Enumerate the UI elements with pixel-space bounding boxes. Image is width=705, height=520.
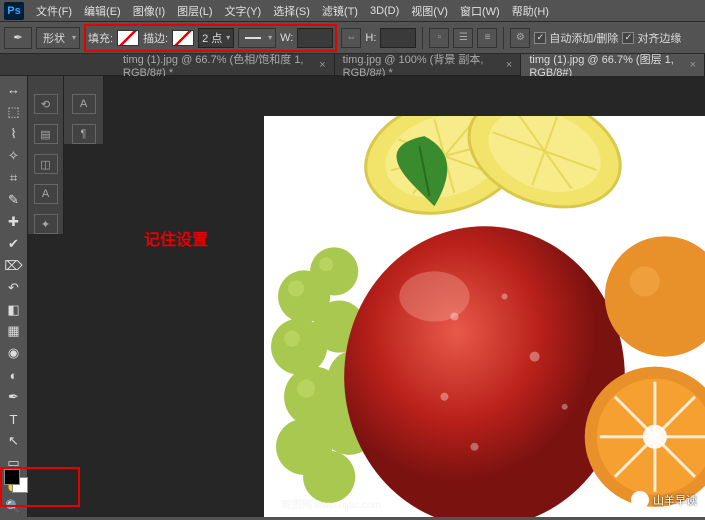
stamp-tool[interactable]: ⌦ xyxy=(3,256,25,276)
align-edge-checkbox[interactable]: ✓ 对齐边缘 xyxy=(622,30,681,46)
wand-tool[interactable]: ✧ xyxy=(3,146,25,166)
gear-icon[interactable]: ⚙ xyxy=(510,28,530,48)
marquee-tool[interactable]: ⬚ xyxy=(3,102,25,122)
document-tab[interactable]: timg (1).jpg @ 66.7% (图层 1, RGB/8#) × xyxy=(521,54,705,76)
checkbox-icon: ✓ xyxy=(622,32,634,44)
highlight-colors xyxy=(0,467,80,507)
crop-tool[interactable]: ⌗ xyxy=(3,168,25,188)
shape-mode-dropdown[interactable]: 形状 xyxy=(36,27,80,49)
menu-select[interactable]: 选择(S) xyxy=(267,3,316,19)
foreground-color[interactable] xyxy=(4,469,20,485)
menu-filter[interactable]: 滤镜(T) xyxy=(316,3,364,19)
align-icon[interactable]: ☰ xyxy=(453,28,473,48)
document-tabs: timg (1).jpg @ 66.7% (色相/饱和度 1, RGB/8#) … xyxy=(0,54,705,76)
auto-add-checkbox[interactable]: ✓ 自动添加/删除 xyxy=(534,30,618,46)
gradient-tool[interactable]: ▦ xyxy=(3,321,25,341)
type-tool[interactable]: T xyxy=(3,409,25,429)
highlight-fill-stroke: 填充: 描边: 2 点 W: xyxy=(84,24,337,52)
eyedropper-tool[interactable]: ✎ xyxy=(3,190,25,210)
stroke-style-dropdown[interactable] xyxy=(238,28,276,48)
watermark-text: 山羊早读 xyxy=(653,492,697,508)
brushes-panel-icon[interactable]: ✦ xyxy=(34,214,58,234)
menu-type[interactable]: 文字(Y) xyxy=(219,3,268,19)
blur-tool[interactable]: ◉ xyxy=(3,343,25,363)
eraser-tool[interactable]: ◧ xyxy=(3,300,25,320)
tool-preset-picker[interactable]: ✒ xyxy=(4,27,32,49)
document-tab[interactable]: timg (1).jpg @ 66.7% (色相/饱和度 1, RGB/8#) … xyxy=(115,54,335,76)
path-select-tool[interactable]: ↖ xyxy=(3,431,25,451)
document-tab[interactable]: timg.jpg @ 100% (背景 副本, RGB/8#) * × xyxy=(335,54,522,76)
tab-label: timg (1).jpg @ 66.7% (图层 1, RGB/8#) xyxy=(529,51,685,79)
tools-panel: ↔ ⬚ ⌇ ✧ ⌗ ✎ ✚ ✔ ⌦ ↶ ◧ ▦ ◉ ◐ ✒ T ↖ ▭ ✋ 🔍 xyxy=(0,76,28,517)
options-bar: ✒ 形状 填充: 描边: 2 点 W: ⇔ H: ▫ ☰ ≡ ⚙ ✓ 自动添加/… xyxy=(0,22,705,54)
character-panel-icon[interactable]: A xyxy=(72,94,96,114)
watermark: 山羊早读 xyxy=(631,491,697,509)
menu-help[interactable]: 帮助(H) xyxy=(506,3,555,19)
menu-layer[interactable]: 图层(L) xyxy=(171,3,218,19)
document-canvas[interactable]: 昵图网 www.nipic.com 山羊早读 xyxy=(264,116,705,517)
tab-label: timg.jpg @ 100% (背景 副本, RGB/8#) * xyxy=(343,51,502,79)
app-logo: Ps xyxy=(4,2,24,20)
arrange-icon[interactable]: ≡ xyxy=(477,28,497,48)
move-tool[interactable]: ↔ xyxy=(3,80,25,100)
wechat-icon xyxy=(631,491,649,509)
menu-file[interactable]: 文件(F) xyxy=(30,3,78,19)
menu-image[interactable]: 图像(I) xyxy=(127,3,171,19)
brush-tool[interactable]: ✔ xyxy=(3,234,25,254)
menu-window[interactable]: 窗口(W) xyxy=(454,3,506,19)
auto-add-label: 自动添加/删除 xyxy=(549,30,618,46)
stroke-label: 描边: xyxy=(143,30,168,46)
height-label: H: xyxy=(365,32,376,44)
panel-dock-1: ⟲ ▤ ◫ A ✦ xyxy=(28,76,64,234)
panel-dock-2: A ¶ xyxy=(64,76,104,144)
fill-swatch[interactable] xyxy=(117,30,139,46)
align-edge-label: 对齐边缘 xyxy=(637,30,681,46)
pen-tool[interactable]: ✒ xyxy=(3,387,25,407)
actions-panel-icon[interactable]: ▤ xyxy=(34,124,58,144)
paragraph-panel-icon[interactable]: ¶ xyxy=(72,124,96,144)
menu-view[interactable]: 视图(V) xyxy=(405,3,454,19)
height-input[interactable] xyxy=(380,28,416,48)
menu-3d[interactable]: 3D(D) xyxy=(364,5,405,17)
stroke-swatch[interactable] xyxy=(172,30,194,46)
history-brush-tool[interactable]: ↶ xyxy=(3,278,25,298)
width-input[interactable] xyxy=(297,28,333,48)
healing-tool[interactable]: ✚ xyxy=(3,212,25,232)
menubar: Ps 文件(F) 编辑(E) 图像(I) 图层(L) 文字(Y) 选择(S) 滤… xyxy=(0,0,705,22)
tab-label: timg (1).jpg @ 66.7% (色相/饱和度 1, RGB/8#) … xyxy=(123,51,315,79)
separator xyxy=(503,27,504,49)
history-panel-icon[interactable]: ⟲ xyxy=(34,94,58,114)
character-panel-icon[interactable]: A xyxy=(34,184,58,204)
annotation-text: 记住设置 xyxy=(144,226,208,250)
properties-panel-icon[interactable]: ◫ xyxy=(34,154,58,174)
checkbox-icon: ✓ xyxy=(534,32,546,44)
image-watermark-url: 昵图网 www.nipic.com xyxy=(282,496,381,511)
link-icon[interactable]: ⇔ xyxy=(341,28,361,48)
workspace: ↔ ⬚ ⌇ ✧ ⌗ ✎ ✚ ✔ ⌦ ↶ ◧ ▦ ◉ ◐ ✒ T ↖ ▭ ✋ 🔍 … xyxy=(0,76,705,517)
stroke-width-input[interactable]: 2 点 xyxy=(198,28,234,48)
close-icon[interactable]: × xyxy=(319,59,325,71)
width-label: W: xyxy=(280,32,293,44)
lasso-tool[interactable]: ⌇ xyxy=(3,124,25,144)
close-icon[interactable]: × xyxy=(506,59,512,71)
path-ops-icon[interactable]: ▫ xyxy=(429,28,449,48)
foreground-background-colors[interactable] xyxy=(4,469,28,493)
separator xyxy=(422,27,423,49)
close-icon[interactable]: × xyxy=(690,59,696,71)
dodge-tool[interactable]: ◐ xyxy=(3,365,25,385)
fill-label: 填充: xyxy=(88,30,113,46)
canvas-area: 记住设置 xyxy=(104,76,705,517)
menu-edit[interactable]: 编辑(E) xyxy=(78,3,127,19)
